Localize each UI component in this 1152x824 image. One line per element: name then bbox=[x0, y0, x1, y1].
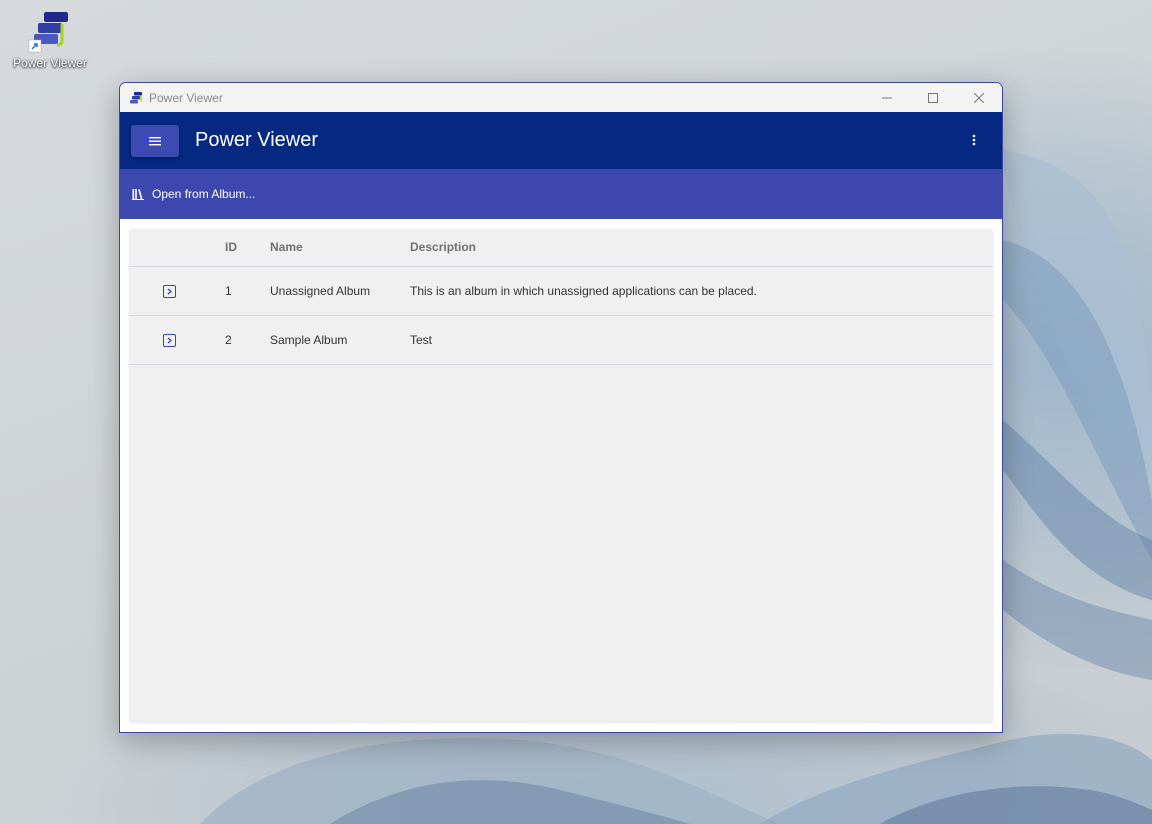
minimize-button[interactable] bbox=[864, 83, 910, 112]
cell-id: 1 bbox=[225, 283, 232, 298]
album-table-container: ID Name Description 1 Unassigned Album T… bbox=[129, 229, 993, 723]
window-title: Power Viewer bbox=[149, 90, 223, 105]
toolbar: Open from Album... bbox=[120, 169, 1002, 219]
cell-name: Unassigned Album bbox=[270, 283, 371, 298]
column-header-id[interactable]: ID bbox=[209, 229, 270, 266]
table-row[interactable]: 1 Unassigned Album This is an album in w… bbox=[129, 266, 993, 315]
desktop-shortcut-label: Power Viewer bbox=[13, 56, 87, 70]
album-table: ID Name Description 1 Unassigned Album T… bbox=[129, 229, 993, 365]
expand-column-header bbox=[129, 229, 209, 266]
desktop-shortcut-power-viewer[interactable]: Power Viewer bbox=[8, 10, 92, 76]
cell-description: Test bbox=[410, 332, 433, 347]
column-header-name[interactable]: Name bbox=[270, 229, 410, 266]
maximize-icon bbox=[928, 92, 938, 103]
cell-name: Sample Album bbox=[270, 332, 348, 347]
expand-row-icon[interactable] bbox=[163, 284, 176, 298]
close-icon bbox=[974, 92, 984, 103]
cell-description: This is an album in which unassigned app… bbox=[410, 283, 757, 298]
app-bar: Power Viewer bbox=[120, 112, 1002, 169]
hamburger-icon bbox=[149, 136, 161, 145]
column-header-description[interactable]: Description bbox=[410, 229, 993, 266]
close-button[interactable] bbox=[956, 83, 1002, 112]
table-header-row: ID Name Description bbox=[129, 229, 993, 266]
more-options-button[interactable] bbox=[964, 130, 984, 150]
minimize-icon bbox=[882, 97, 892, 98]
open-from-album-button[interactable]: Open from Album... bbox=[132, 187, 255, 201]
title-bar[interactable]: Power Viewer bbox=[120, 83, 1002, 112]
cell-id: 2 bbox=[225, 332, 232, 347]
app-title: Power Viewer bbox=[195, 129, 319, 151]
expand-cell bbox=[129, 315, 209, 364]
app-icon bbox=[130, 91, 142, 103]
expand-row-icon[interactable] bbox=[163, 333, 176, 347]
maximize-button[interactable] bbox=[910, 83, 956, 112]
library-icon bbox=[132, 189, 144, 200]
open-from-album-label: Open from Album... bbox=[152, 187, 256, 201]
menu-button[interactable] bbox=[131, 124, 179, 157]
table-row[interactable]: 2 Sample Album Test bbox=[129, 315, 993, 364]
expand-cell bbox=[129, 266, 209, 315]
more-vert-icon bbox=[972, 134, 976, 146]
app-window: Power Viewer Power Viewer Open from Albu… bbox=[119, 82, 1003, 733]
power-viewer-app-icon bbox=[26, 10, 74, 54]
